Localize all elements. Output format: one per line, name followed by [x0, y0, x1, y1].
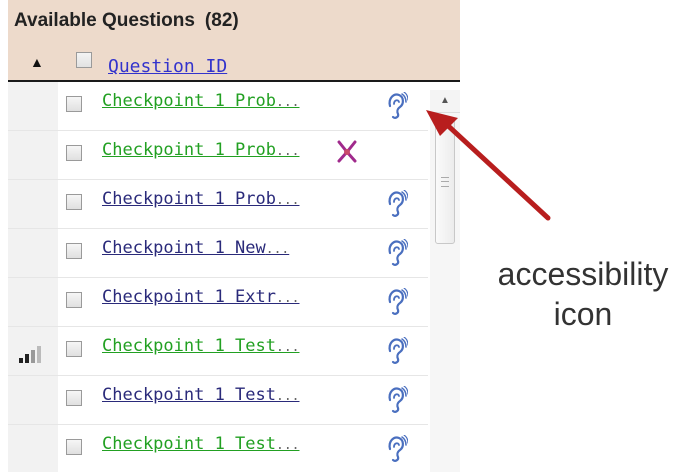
question-link-text: Checkpoint 1 Test — [102, 434, 276, 454]
question-count: (82) — [204, 10, 239, 31]
row-gutter — [8, 425, 58, 472]
accessibility-icon[interactable] — [386, 434, 409, 463]
panel-header: Available Questions (82) ▲ Question ID — [8, 0, 460, 82]
question-link[interactable]: Checkpoint 1 Prob... — [102, 140, 299, 160]
ellipsis: ... — [276, 291, 300, 306]
accessibility-icon[interactable] — [386, 189, 409, 218]
question-link[interactable]: Checkpoint 1 Test... — [102, 434, 299, 454]
question-row: Checkpoint 1 Prob... — [8, 82, 428, 131]
ellipsis: ... — [265, 242, 290, 257]
question-link[interactable]: Checkpoint 1 Test... — [102, 385, 299, 405]
question-row: Checkpoint 1 Test... — [8, 376, 428, 425]
question-row: Checkpoint 1 New... — [8, 229, 428, 278]
signal-strength-icon — [18, 345, 42, 363]
question-link-text: Checkpoint 1 Prob — [102, 91, 276, 111]
question-id-column-header[interactable]: Question ID — [108, 56, 227, 77]
question-link[interactable]: Checkpoint 1 New... — [102, 238, 289, 258]
question-link[interactable]: Checkpoint 1 Prob... — [102, 91, 299, 111]
question-row: Checkpoint 1 Test... — [8, 327, 428, 376]
question-checkbox[interactable] — [66, 292, 82, 308]
question-checkbox[interactable] — [66, 145, 82, 161]
question-checkbox[interactable] — [66, 439, 82, 455]
question-link-text: Checkpoint 1 Prob — [102, 140, 276, 160]
grip-icon — [441, 177, 449, 187]
question-row: Checkpoint 1 Extr... — [8, 278, 428, 327]
annotation-label: accessibility icon — [478, 254, 688, 334]
annotation-line-1: accessibility — [497, 256, 669, 292]
question-checkbox[interactable] — [66, 341, 82, 357]
question-row: Checkpoint 1 Prob... — [8, 131, 428, 180]
pin-icon[interactable] — [336, 139, 358, 165]
row-gutter — [8, 82, 58, 130]
ellipsis: ... — [276, 389, 300, 404]
question-row: Checkpoint 1 Prob... — [8, 180, 428, 229]
available-questions-panel: Available Questions (82) ▲ Question ID Ch… — [8, 0, 460, 472]
question-row: Checkpoint 1 Test... — [8, 425, 428, 472]
row-gutter — [8, 376, 58, 424]
scroll-thumb[interactable] — [435, 118, 455, 244]
accessibility-icon[interactable] — [386, 287, 409, 316]
annotation-line-2: icon — [553, 296, 613, 332]
row-gutter — [8, 180, 58, 228]
row-gutter — [8, 327, 58, 375]
question-checkbox[interactable] — [66, 243, 82, 259]
vertical-scrollbar[interactable]: ▲ — [430, 90, 460, 472]
row-gutter — [8, 131, 58, 179]
sort-ascending-icon[interactable]: ▲ — [30, 54, 44, 70]
question-link-text: Checkpoint 1 Test — [102, 336, 276, 356]
accessibility-icon[interactable] — [386, 336, 409, 365]
question-link-text: Checkpoint 1 Extr — [102, 287, 276, 307]
panel-title: Available Questions (82) — [14, 10, 239, 32]
scroll-up-arrow-icon[interactable]: ▲ — [430, 90, 460, 113]
ellipsis: ... — [276, 95, 300, 110]
question-link-text: Checkpoint 1 Test — [102, 385, 276, 405]
question-link[interactable]: Checkpoint 1 Extr... — [102, 287, 299, 307]
panel-title-text: Available Questions — [14, 10, 195, 31]
question-link-text: Checkpoint 1 New — [102, 238, 266, 258]
ellipsis: ... — [276, 438, 300, 453]
question-checkbox[interactable] — [66, 96, 82, 112]
accessibility-icon[interactable] — [386, 238, 409, 267]
question-checkbox[interactable] — [66, 194, 82, 210]
row-gutter — [8, 278, 58, 326]
accessibility-icon[interactable] — [386, 91, 409, 120]
ellipsis: ... — [276, 193, 300, 208]
question-link-text: Checkpoint 1 Prob — [102, 189, 276, 209]
question-link[interactable]: Checkpoint 1 Test... — [102, 336, 299, 356]
select-all-checkbox[interactable] — [76, 52, 92, 68]
question-list: Checkpoint 1 Prob... Checkpoint 1 Prob...… — [8, 82, 428, 472]
question-checkbox[interactable] — [66, 390, 82, 406]
row-gutter — [8, 229, 58, 277]
question-link[interactable]: Checkpoint 1 Prob... — [102, 189, 299, 209]
accessibility-icon[interactable] — [386, 385, 409, 414]
ellipsis: ... — [276, 340, 300, 355]
ellipsis: ... — [276, 144, 300, 159]
